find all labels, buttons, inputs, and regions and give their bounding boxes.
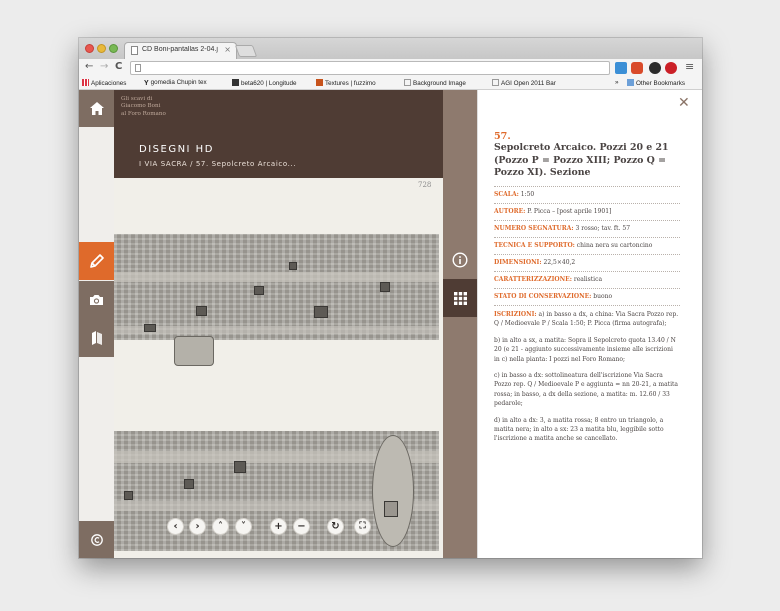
home-icon	[89, 102, 104, 115]
copyright-button[interactable]	[79, 521, 114, 558]
tab-strip: CD Boni-pantallas 2-04.jp ×	[79, 38, 702, 59]
bookmark-background-image[interactable]: Background Image	[404, 79, 466, 87]
minus-icon: −	[297, 520, 306, 532]
longitude-icon	[232, 79, 239, 86]
browser-window: CD Boni-pantallas 2-04.jp × ← → C ≡ Apli…	[79, 38, 702, 558]
back-button[interactable]: ←	[85, 61, 93, 72]
minimize-window-button[interactable]	[97, 44, 106, 53]
forward-button[interactable]: →	[100, 61, 108, 72]
bookmarks-bar: Aplicaciones Ygomedia Chupin tex beta620…	[79, 77, 702, 90]
rotate-button[interactable]: ↻	[327, 518, 344, 535]
chevron-down-icon: ˅	[241, 520, 246, 532]
sheet-number: 728	[418, 181, 432, 189]
chevron-up-icon: ˄	[218, 520, 223, 532]
drawing-section-upper	[114, 234, 439, 366]
book-icon	[91, 331, 102, 345]
zoom-window-button[interactable]	[109, 44, 118, 53]
metadata-list: SCALA: 1:50 AUTORE: P. Picca – [post apr…	[494, 186, 680, 444]
folder-icon	[627, 79, 634, 86]
field-autore: AUTORE: P. Picca – [post aprile 1901]	[494, 203, 680, 220]
section-title: DISEGNI HD	[139, 144, 214, 155]
plus-icon: +	[274, 520, 283, 532]
next-button[interactable]: ›	[189, 518, 206, 535]
zoom-in-button[interactable]: +	[270, 518, 287, 535]
detail-panel: ✕ 57. Sepolcreto Arcaico. Pozzi 20 e 21 …	[477, 90, 702, 558]
copyright-icon	[90, 533, 103, 546]
page-icon	[404, 79, 411, 86]
chevron-right-icon: ›	[195, 520, 200, 532]
field-stato: STATO DI CONSERVAZIONE: buono	[494, 288, 680, 305]
address-bar[interactable]	[130, 61, 610, 75]
field-caratterizzazione: CARATTERIZZAZIONE: realistica	[494, 271, 680, 288]
bookmark-fuzzimo[interactable]: Textures | fuzzimo	[316, 79, 376, 87]
rotate-icon: ↻	[331, 520, 340, 532]
home-button[interactable]	[79, 90, 114, 127]
camera-icon	[90, 295, 103, 305]
field-scala: SCALA: 1:50	[494, 186, 680, 203]
pinterest-icon[interactable]	[665, 62, 677, 74]
menu-icon[interactable]: ≡	[685, 60, 694, 73]
breadcrumb: I VIA SACRA / 57. Sepolcreto Arcaico...	[139, 160, 297, 168]
photos-button[interactable]	[79, 281, 114, 319]
prev-button[interactable]: ‹	[167, 518, 184, 535]
browser-toolbar: ← → C ≡	[79, 59, 702, 77]
zoom-out-button[interactable]: −	[293, 518, 310, 535]
pencil-icon	[89, 254, 104, 268]
inscription-b: b) in alto a sx, a matita: Sopra il Sepo…	[494, 336, 676, 363]
close-icon[interactable]: ✕	[678, 95, 690, 111]
bookmark-other[interactable]: Other Bookmarks	[627, 79, 685, 87]
fullscreen-button[interactable]: ⛶	[354, 518, 371, 535]
chevron-left-icon: ‹	[173, 520, 178, 532]
dark-extension-icon[interactable]	[649, 62, 661, 74]
drawing-viewer[interactable]: 728 ‹ › ˄ ˅ + − ↻ ⛶	[114, 178, 443, 558]
y-logo-icon: Y	[144, 80, 149, 87]
drawings-button[interactable]	[79, 242, 114, 280]
screen-capture-icon[interactable]	[615, 62, 627, 74]
fullscreen-icon: ⛶	[359, 521, 366, 531]
left-sidebar	[79, 90, 114, 558]
page-content: Gli scavi di Giacomo Boni al Foro Romano…	[79, 90, 702, 558]
tab-close-button[interactable]: ×	[224, 45, 231, 54]
new-badge-extension-icon[interactable]	[631, 62, 643, 74]
close-window-button[interactable]	[85, 44, 94, 53]
reload-button[interactable]: C	[115, 61, 122, 72]
grid-view-button[interactable]	[443, 279, 477, 317]
browser-tab[interactable]: CD Boni-pantallas 2-04.jp ×	[124, 42, 237, 59]
inscription-c: c) in basso a dx: sottolineatura dell'is…	[494, 372, 678, 408]
field-tecnica: TECNICA E SUPPORTO: china nera su carton…	[494, 237, 680, 254]
right-toolbar	[443, 90, 477, 558]
bookmark-apps[interactable]: Aplicaciones	[82, 79, 126, 87]
bookmark-agi-open[interactable]: AGI Open 2011 Bar	[492, 79, 556, 87]
item-number: 57.	[494, 131, 511, 142]
apps-grid-icon	[82, 79, 89, 86]
info-icon	[452, 252, 468, 268]
page-icon	[492, 79, 499, 86]
tab-title: CD Boni-pantallas 2-04.jp	[142, 46, 218, 53]
item-title: Sepolcreto Arcaico. Pozzi 20 e 21 (Pozzo…	[494, 142, 669, 178]
bookmark-gomedia[interactable]: Ygomedia Chupin tex	[144, 79, 207, 87]
site-logo[interactable]: Gli scavi di Giacomo Boni al Foro Romano	[121, 96, 166, 118]
bookmark-beta620[interactable]: beta620 | Longitude	[232, 79, 297, 87]
fuzzimo-icon	[316, 79, 323, 86]
field-numero-segnatura: NUMERO SEGNATURA: 3 rosso; tav. ft. 57	[494, 220, 680, 237]
field-iscrizioni: ISCRIZIONI: a) in basso a dx, a china: V…	[494, 305, 680, 329]
grid-icon	[453, 291, 467, 305]
page-icon	[135, 64, 141, 72]
field-dimensioni: DIMENSIONI: 22,5×40,2	[494, 254, 680, 271]
bookmarks-overflow[interactable]: »	[615, 79, 619, 86]
documents-button[interactable]	[79, 319, 114, 357]
up-button[interactable]: ˄	[212, 518, 229, 535]
document-icon	[131, 46, 138, 55]
down-button[interactable]: ˅	[235, 518, 252, 535]
viewer-controls: ‹ › ˄ ˅ + − ↻ ⛶	[114, 518, 443, 538]
info-button[interactable]	[443, 242, 477, 278]
inscription-d: d) in alto a dx: 3, a matita rossa; 8 en…	[494, 416, 664, 443]
section-header: Gli scavi di Giacomo Boni al Foro Romano…	[114, 90, 443, 178]
new-tab-button[interactable]	[234, 45, 258, 57]
